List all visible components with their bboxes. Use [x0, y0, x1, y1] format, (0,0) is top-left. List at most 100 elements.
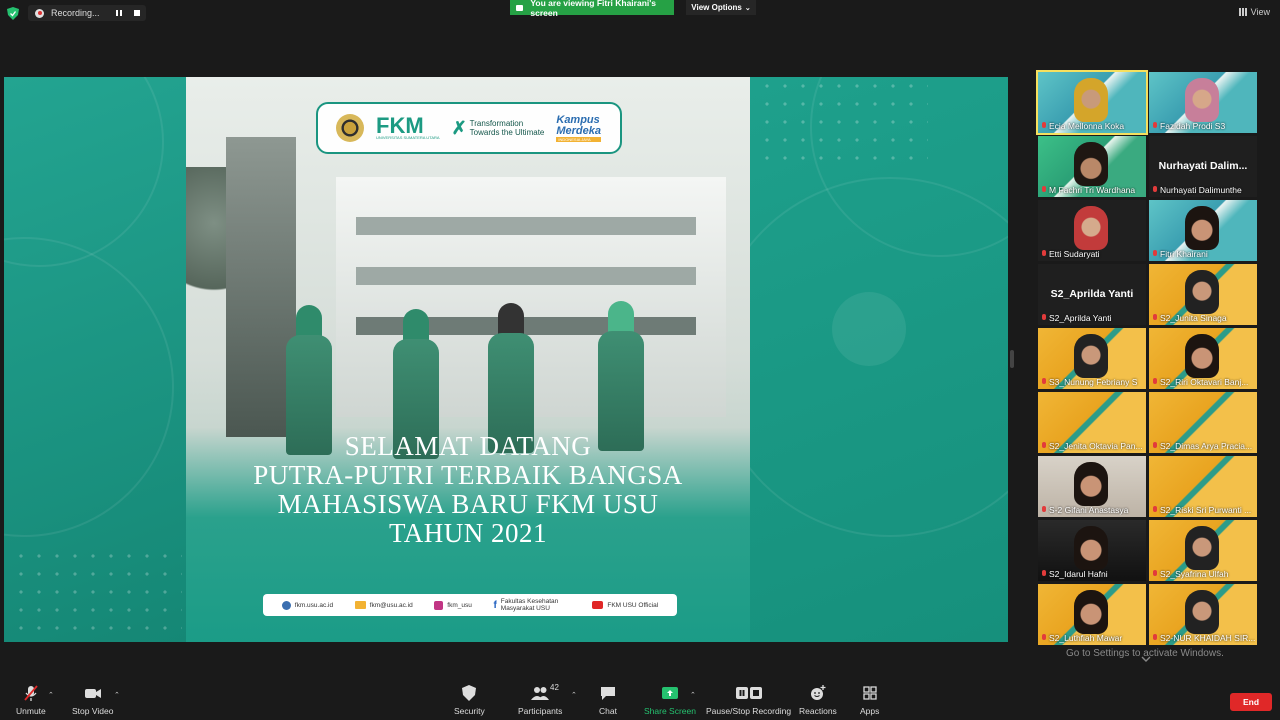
participant-tile[interactable]: M Fachri Tri Wardhana: [1038, 136, 1146, 197]
participant-tile[interactable]: Fitri Khairani: [1149, 200, 1257, 261]
security-button[interactable]: Security: [454, 684, 485, 716]
chevron-up-icon[interactable]: ⌃: [571, 691, 577, 699]
end-meeting-button[interactable]: End: [1230, 693, 1272, 711]
participant-name-bar: S2_Dimas Arya Pracia...: [1152, 441, 1255, 451]
participants-count: 42: [550, 683, 559, 692]
mic-muted-icon: [1041, 634, 1047, 642]
participant-tile[interactable]: S2-NUR KHAIDAH SIR...: [1149, 584, 1257, 645]
view-button[interactable]: View: [1238, 7, 1270, 17]
mic-muted-icon: [1152, 314, 1158, 322]
participant-tile[interactable]: S2_Idarul Hafni: [1038, 520, 1146, 581]
participant-name-bar: S-2 Gifani Anastasya: [1041, 505, 1144, 515]
participant-video: [1074, 206, 1108, 250]
chat-button[interactable]: Chat: [599, 684, 617, 716]
participant-video: [1185, 206, 1219, 250]
participant-name-bar: M Fachri Tri Wardhana: [1041, 185, 1144, 195]
mic-muted-icon: [1152, 378, 1158, 386]
chevron-up-icon[interactable]: ⌃: [114, 691, 120, 699]
recording-indicator: Recording...: [28, 5, 146, 21]
participant-tile[interactable]: S2_Luthfiah Mawar: [1038, 584, 1146, 645]
participant-tile[interactable]: Ecia Mellonna Koka: [1036, 70, 1148, 135]
participant-name-bar: Etti Sudaryati: [1041, 249, 1144, 259]
participant-tile[interactable]: S2_Junita Sinaga: [1149, 264, 1257, 325]
contact-facebook: f Fakultas Kesehatan Masyarakat USU: [493, 598, 559, 612]
participant-video: [1185, 78, 1219, 122]
mic-muted-icon: [1041, 186, 1047, 194]
contact-instagram: fkm_usu: [434, 600, 472, 610]
decor-dots: [12, 547, 182, 637]
stop-video-label: Stop Video: [72, 706, 114, 716]
participant-name-bar: S2_Aprilda Yanti: [1041, 313, 1144, 323]
participant-name-bar: Fitri Khairani: [1152, 249, 1255, 259]
participant-tile[interactable]: Nurhayati Dalim... Nurhayati Dalimunthe: [1149, 136, 1257, 197]
share-screen-button[interactable]: Share Screen: [644, 684, 696, 716]
globe-icon: [281, 600, 291, 610]
mail-icon: [354, 601, 366, 609]
participant-video: [1074, 142, 1108, 186]
shield-icon[interactable]: [7, 7, 19, 20]
participant-name: S2_Idarul Hafni: [1049, 569, 1108, 579]
kampus-line-3: INDONESIA JAYA: [556, 136, 602, 142]
panel-resize-handle[interactable]: [1010, 350, 1014, 368]
stop-icon[interactable]: [132, 8, 142, 18]
meeting-toolbar: Unmute ⌃ Stop Video ⌃ Security Participa…: [0, 680, 1280, 720]
record-icon: [35, 8, 44, 18]
stop-video-button[interactable]: Stop Video: [72, 684, 113, 716]
participant-tile[interactable]: S2_Syafrina Ulfah: [1149, 520, 1257, 581]
participant-name: S3_Nunung Febriany S: [1049, 377, 1138, 387]
mic-muted-icon: [1041, 122, 1047, 130]
participant-name-bar: Ecia Mellonna Koka: [1041, 121, 1144, 131]
decor-ring: [4, 237, 174, 537]
welcome-line: TAHUN 2021: [388, 518, 548, 548]
participant-tile[interactable]: S3_Nunung Febriany S: [1038, 328, 1146, 389]
pause-stop-recording-icon: [735, 687, 762, 699]
participant-tile[interactable]: Etti Sudaryati: [1038, 200, 1146, 261]
participant-tile[interactable]: S2_Dimas Arya Pracia...: [1149, 392, 1257, 453]
chevron-down-icon[interactable]: [1140, 654, 1152, 664]
slide-left-panel: [4, 77, 186, 642]
participant-name: S2_Luthfiah Mawar: [1049, 633, 1123, 643]
mic-muted-icon: [1041, 314, 1047, 322]
participant-name: Etti Sudaryati: [1049, 249, 1100, 259]
security-shield-icon: [462, 685, 477, 701]
person-figure: [596, 301, 646, 451]
view-button-label: View: [1250, 7, 1270, 17]
participant-name-bar: S2_Junita Sinaga: [1152, 313, 1255, 323]
participant-video: [1074, 462, 1108, 506]
mic-muted-icon: [1041, 378, 1047, 386]
chevron-up-icon[interactable]: ⌃: [48, 691, 54, 699]
welcome-line: SELAMAT DATANG: [344, 431, 592, 461]
recording-label: Recording...: [51, 8, 100, 18]
unmute-button[interactable]: Unmute: [16, 684, 46, 716]
participant-tile[interactable]: S2_Aprilda Yanti S2_Aprilda Yanti: [1038, 264, 1146, 325]
participant-tile[interactable]: S2_Riski Sri Purwanti ...: [1149, 456, 1257, 517]
participant-tile[interactable]: S2_Jenita Oktavia Pan...: [1038, 392, 1146, 453]
participant-video: [1074, 78, 1108, 122]
viewing-banner-text: You are viewing Fitri Khairani's screen: [530, 0, 657, 18]
reactions-button[interactable]: Reactions: [799, 684, 837, 716]
view-options-label: View Options: [691, 3, 742, 12]
participant-video: [1185, 334, 1219, 378]
pause-icon[interactable]: [114, 8, 124, 18]
grid-icon: [1238, 8, 1247, 16]
pause-stop-recording-button[interactable]: Pause/Stop Recording: [706, 684, 791, 716]
participant-video: [1185, 270, 1219, 314]
chevron-up-icon[interactable]: ⌃: [690, 691, 696, 699]
decor-dots: [758, 77, 928, 167]
participant-tile[interactable]: Fazidah Prodi S3: [1149, 72, 1257, 133]
participant-tile[interactable]: S-2 Gifani Anastasya: [1038, 456, 1146, 517]
participant-name: M Fachri Tri Wardhana: [1049, 185, 1136, 195]
shared-screen: FKM UNIVERSITAS SUMATERA UTARA ✗ Transfo…: [4, 77, 1008, 642]
participant-name-bar: S2_Luthfiah Mawar: [1041, 633, 1144, 643]
facebook-icon: f: [493, 599, 497, 611]
tagline-line-2: Towards the Ultimate: [469, 128, 545, 137]
apps-button[interactable]: Apps: [860, 684, 879, 716]
transformation-logo: ✗ Transformation Towards the Ultimate: [452, 118, 545, 139]
contact-website: fkm.usu.ac.id: [281, 600, 333, 610]
reactions-label: Reactions: [799, 706, 837, 716]
view-options-button[interactable]: View Options ⌄: [686, 0, 756, 15]
participant-name: S2_Aprilda Yanti: [1049, 313, 1112, 323]
usu-seal-logo: [336, 114, 364, 142]
participant-tile[interactable]: S2_Riri Oktavari Banj...: [1149, 328, 1257, 389]
chat-bubble-icon: [601, 687, 615, 700]
